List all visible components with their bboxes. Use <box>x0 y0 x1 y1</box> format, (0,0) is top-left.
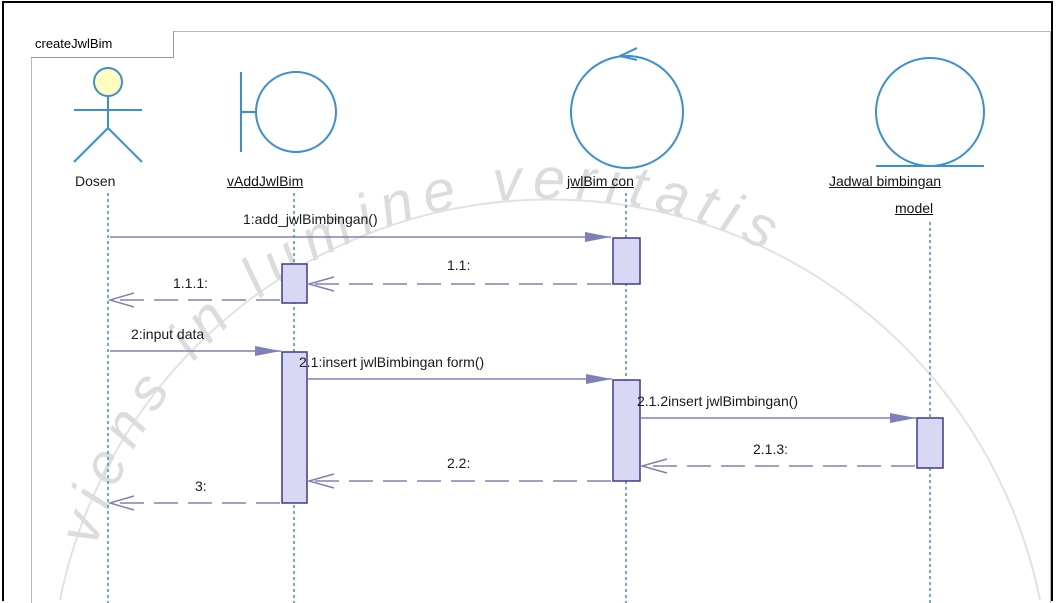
actor-icon <box>73 67 143 163</box>
message-label: 2.2: <box>447 455 471 471</box>
lifeline-name-dosen: Dosen <box>75 173 116 189</box>
message-label: 2:input data <box>131 326 205 342</box>
message-label: 2.1:insert jwlBimbingan form() <box>299 354 485 370</box>
activation-controller-1 <box>612 237 641 285</box>
message-arrow <box>308 374 612 384</box>
message-label: 2.1.2insert jwlBimbingan() <box>637 393 799 409</box>
watermark-text: viens in lumine veritatis <box>46 146 798 551</box>
message-label: 2.1.3: <box>753 441 789 457</box>
watermark-arc <box>59 198 1041 601</box>
message-return-arrow <box>639 458 915 474</box>
watermark: viens in lumine veritatis <box>46 146 1041 601</box>
sequence-diagram: createJwlBim viens in lumine veritatis D… <box>0 0 1059 603</box>
message-arrow <box>641 413 916 423</box>
message-return-arrow <box>306 473 611 489</box>
lifeline-name-view: vAddJwlBim <box>227 173 304 189</box>
message-label: 1:add_jwlBimbingan() <box>243 211 378 227</box>
boundary-icon <box>240 71 337 153</box>
diagram-canvas: viens in lumine veritatis <box>46 47 1041 603</box>
activation-view-1 <box>281 263 308 304</box>
message-return-arrow <box>306 276 611 292</box>
activation-model-1 <box>916 417 944 469</box>
activation-controller-2 <box>612 379 641 482</box>
entity-icon <box>875 57 985 167</box>
lifeline-name-model-line2: model <box>895 200 934 216</box>
message-label: 1.1.1: <box>173 275 209 291</box>
message-label: 3: <box>195 478 207 494</box>
control-icon <box>570 47 684 169</box>
lifeline-name-controller: jwlBim con <box>567 173 634 189</box>
message-return-arrow <box>107 495 280 511</box>
activation-view-2 <box>281 351 308 504</box>
message-label: 1.1: <box>447 257 471 273</box>
lifeline-name-model-line1: Jadwal bimbingan <box>829 173 942 189</box>
